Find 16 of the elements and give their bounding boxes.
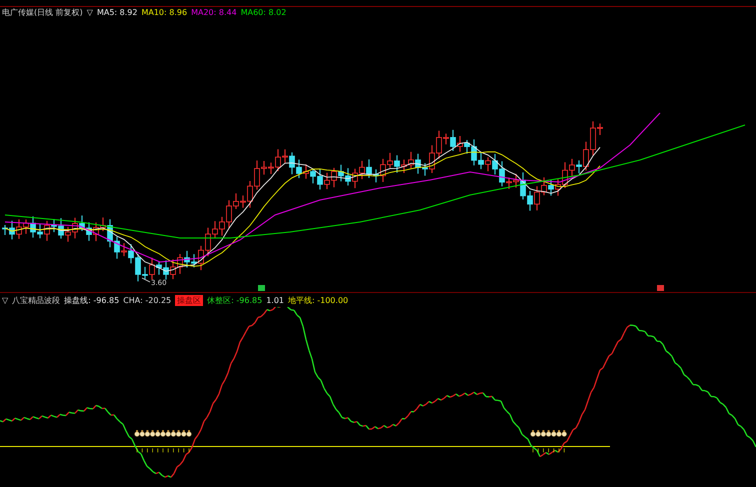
stock-title: 电广传媒(日线 前复权): [2, 7, 83, 18]
moving-average-value: MA60: 8.02: [240, 7, 286, 18]
indicator-title: 八宝精品波段: [12, 294, 60, 306]
sell-signal-icon: [657, 285, 664, 291]
indicator-value: 1.01: [266, 294, 284, 306]
indicator-value: 地平线: -100.00: [288, 294, 348, 306]
indicator-value: CHA: -20.25: [123, 294, 172, 306]
indicator-value: 休整区: -96.85: [207, 294, 262, 306]
moving-average-value: MA10: 8.96: [141, 7, 188, 18]
buy-signal-icon: [258, 285, 265, 291]
toggle-button[interactable]: ▽: [86, 7, 93, 18]
indicator-value: 操盘线: -96.85: [64, 294, 120, 306]
moving-average-value: MA5: 8.92: [96, 7, 138, 18]
zone-badge: 操盘区: [175, 294, 204, 306]
moving-average-value: MA20: 8.44: [191, 7, 237, 18]
toggle-button[interactable]: ▽: [2, 294, 8, 306]
